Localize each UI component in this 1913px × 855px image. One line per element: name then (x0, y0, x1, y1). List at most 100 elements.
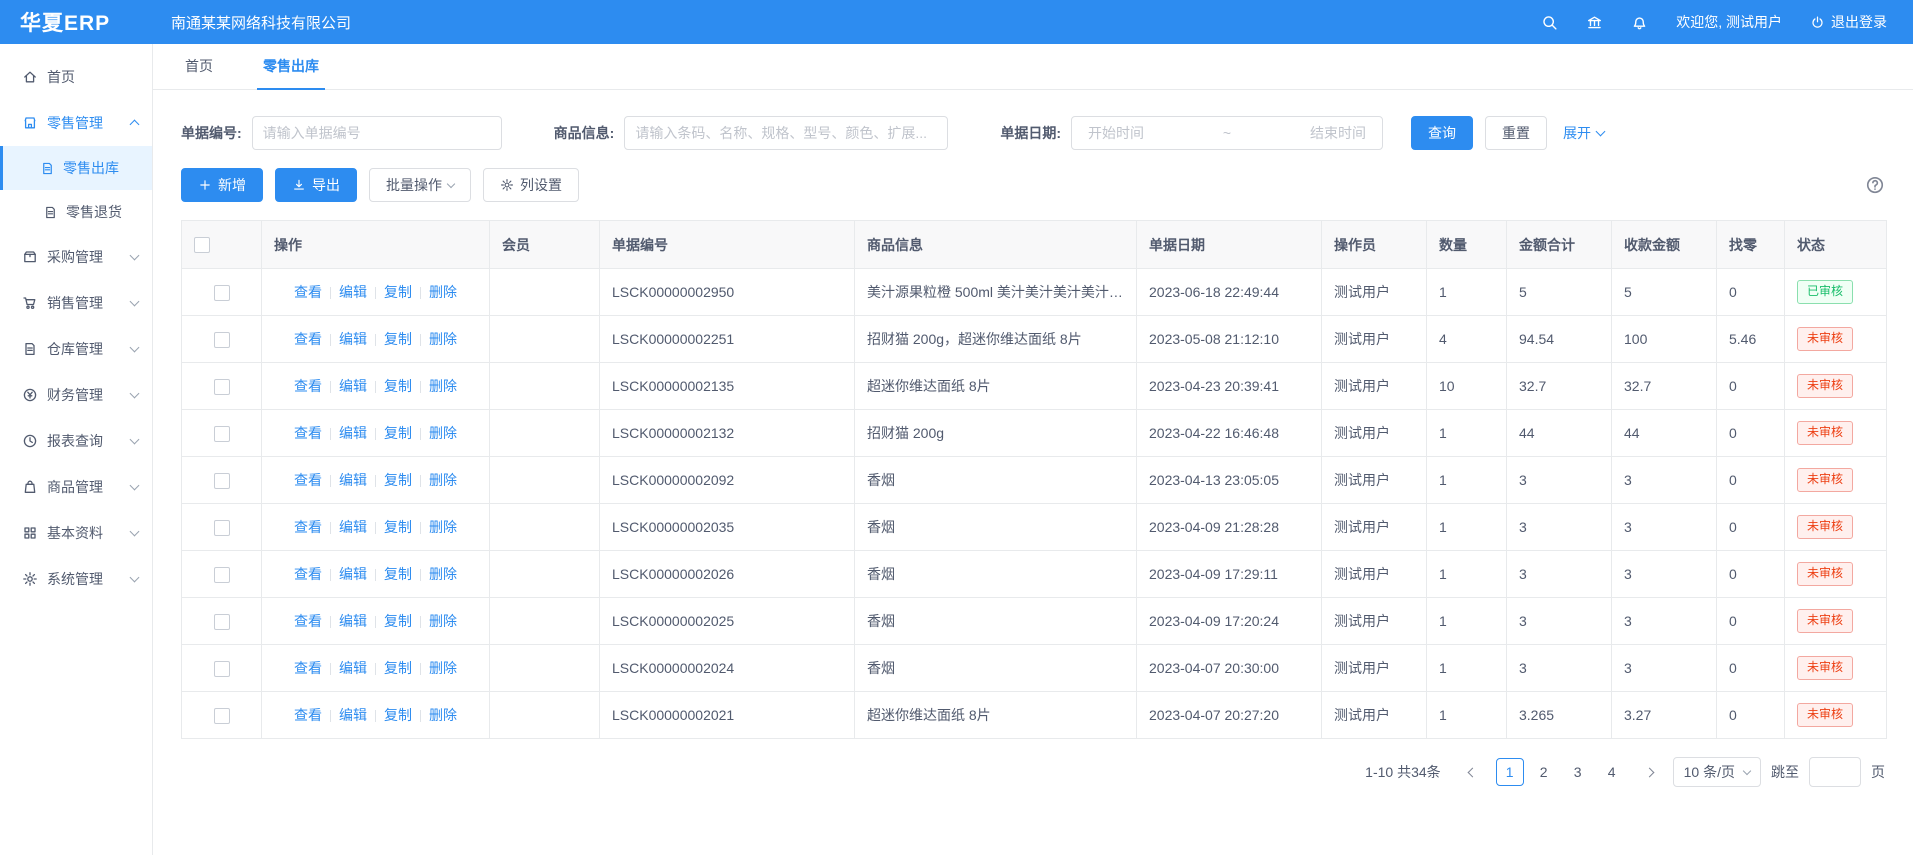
action-separator (330, 710, 331, 722)
action-view-link[interactable]: 查看 (294, 566, 322, 582)
action-delete-link[interactable]: 删除 (429, 707, 457, 723)
next-page-button[interactable] (1639, 760, 1663, 784)
action-edit-link[interactable]: 编辑 (339, 613, 367, 629)
action-delete-link[interactable]: 删除 (429, 331, 457, 347)
action-edit-link[interactable]: 编辑 (339, 707, 367, 723)
action-delete-link[interactable]: 删除 (429, 378, 457, 394)
tab-home[interactable]: 首页 (183, 56, 215, 89)
page-size-select[interactable]: 10 条/页 (1673, 757, 1761, 787)
action-copy-link[interactable]: 复制 (384, 519, 412, 535)
expand-label: 展开 (1563, 123, 1591, 143)
search-button[interactable]: 查询 (1411, 116, 1473, 150)
action-view-link[interactable]: 查看 (294, 519, 322, 535)
sidebar-item-warehouse[interactable]: 仓库管理 (0, 326, 152, 372)
bell-icon[interactable] (1631, 14, 1648, 31)
expand-link[interactable]: 展开 (1563, 123, 1604, 143)
action-copy-link[interactable]: 复制 (384, 613, 412, 629)
action-view-link[interactable]: 查看 (294, 378, 322, 394)
search-icon[interactable] (1541, 14, 1558, 31)
sidebar-item-finance[interactable]: 财务管理 (0, 372, 152, 418)
date-end-placeholder: 结束时间 (1310, 123, 1366, 143)
sidebar-item-goods[interactable]: 商品管理 (0, 464, 152, 510)
download-icon (292, 178, 306, 192)
batch-operations-button[interactable]: 批量操作 (369, 168, 471, 202)
sidebar-item-retail-outbound[interactable]: 零售出库 (0, 146, 152, 190)
row-checkbox[interactable] (214, 426, 230, 442)
action-edit-link[interactable]: 编辑 (339, 331, 367, 347)
sidebar-item-home[interactable]: 首页 (0, 54, 152, 100)
goods-info-input[interactable] (624, 116, 948, 150)
row-checkbox[interactable] (214, 614, 230, 630)
select-all-checkbox[interactable] (194, 237, 210, 253)
row-checkbox[interactable] (214, 520, 230, 536)
sidebar-item-report[interactable]: 报表查询 (0, 418, 152, 464)
received-amount-cell: 32.7 (1612, 363, 1717, 410)
action-delete-link[interactable]: 删除 (429, 660, 457, 676)
action-copy-link[interactable]: 复制 (384, 566, 412, 582)
action-edit-link[interactable]: 编辑 (339, 566, 367, 582)
row-checkbox[interactable] (214, 661, 230, 677)
row-checkbox[interactable] (214, 567, 230, 583)
action-copy-link[interactable]: 复制 (384, 660, 412, 676)
export-button-label: 导出 (312, 175, 340, 195)
jump-page-input[interactable] (1809, 757, 1861, 787)
action-view-link[interactable]: 查看 (294, 425, 322, 441)
action-copy-link[interactable]: 复制 (384, 425, 412, 441)
action-edit-link[interactable]: 编辑 (339, 660, 367, 676)
bank-icon[interactable] (1586, 14, 1603, 31)
app-logo[interactable]: 华夏ERP (0, 7, 153, 37)
action-delete-link[interactable]: 删除 (429, 472, 457, 488)
action-delete-link[interactable]: 删除 (429, 284, 457, 300)
sidebar-item-sale[interactable]: 销售管理 (0, 280, 152, 326)
action-delete-link[interactable]: 删除 (429, 566, 457, 582)
prev-page-button[interactable] (1459, 760, 1483, 784)
sidebar-item-basic-data[interactable]: 基本资料 (0, 510, 152, 556)
action-edit-link[interactable]: 编辑 (339, 378, 367, 394)
row-checkbox[interactable] (214, 332, 230, 348)
action-view-link[interactable]: 查看 (294, 284, 322, 300)
page-button-1[interactable]: 1 (1496, 758, 1524, 786)
quantity-cell: 1 (1427, 269, 1507, 316)
row-checkbox[interactable] (214, 379, 230, 395)
chevron-left-icon (1467, 767, 1477, 777)
reset-button[interactable]: 重置 (1485, 116, 1547, 150)
page-button-4[interactable]: 4 (1598, 758, 1626, 786)
sidebar-item-system[interactable]: 系统管理 (0, 556, 152, 602)
date-range-input[interactable]: 开始时间 ~ 结束时间 (1071, 116, 1383, 150)
row-checkbox[interactable] (214, 285, 230, 301)
action-delete-link[interactable]: 删除 (429, 519, 457, 535)
action-copy-link[interactable]: 复制 (384, 284, 412, 300)
page-button-2[interactable]: 2 (1530, 758, 1558, 786)
action-delete-link[interactable]: 删除 (429, 613, 457, 629)
action-edit-link[interactable]: 编辑 (339, 284, 367, 300)
action-delete-link[interactable]: 删除 (429, 425, 457, 441)
action-edit-link[interactable]: 编辑 (339, 425, 367, 441)
action-copy-link[interactable]: 复制 (384, 707, 412, 723)
action-view-link[interactable]: 查看 (294, 660, 322, 676)
sidebar-item-retail-return[interactable]: 零售退货 (0, 190, 152, 234)
column-settings-button[interactable]: 列设置 (483, 168, 579, 202)
tab-retail-outbound[interactable]: 零售出库 (261, 56, 321, 89)
action-view-link[interactable]: 查看 (294, 472, 322, 488)
action-copy-link[interactable]: 复制 (384, 378, 412, 394)
action-edit-link[interactable]: 编辑 (339, 472, 367, 488)
add-button[interactable]: 新增 (181, 168, 263, 202)
action-view-link[interactable]: 查看 (294, 707, 322, 723)
export-button[interactable]: 导出 (275, 168, 357, 202)
logout-button[interactable]: 退出登录 (1810, 12, 1887, 32)
page-button-3[interactable]: 3 (1564, 758, 1592, 786)
sidebar-item-retail[interactable]: 零售管理 (0, 100, 152, 146)
sidebar-item-label: 采购管理 (47, 247, 103, 267)
action-copy-link[interactable]: 复制 (384, 331, 412, 347)
operator-cell: 测试用户 (1322, 504, 1427, 551)
action-view-link[interactable]: 查看 (294, 331, 322, 347)
action-copy-link[interactable]: 复制 (384, 472, 412, 488)
action-separator (420, 663, 421, 675)
bill-no-input[interactable] (252, 116, 502, 150)
action-view-link[interactable]: 查看 (294, 613, 322, 629)
row-checkbox[interactable] (214, 708, 230, 724)
sidebar-item-purchase[interactable]: 采购管理 (0, 234, 152, 280)
help-icon[interactable] (1865, 175, 1885, 195)
row-checkbox[interactable] (214, 473, 230, 489)
action-edit-link[interactable]: 编辑 (339, 519, 367, 535)
